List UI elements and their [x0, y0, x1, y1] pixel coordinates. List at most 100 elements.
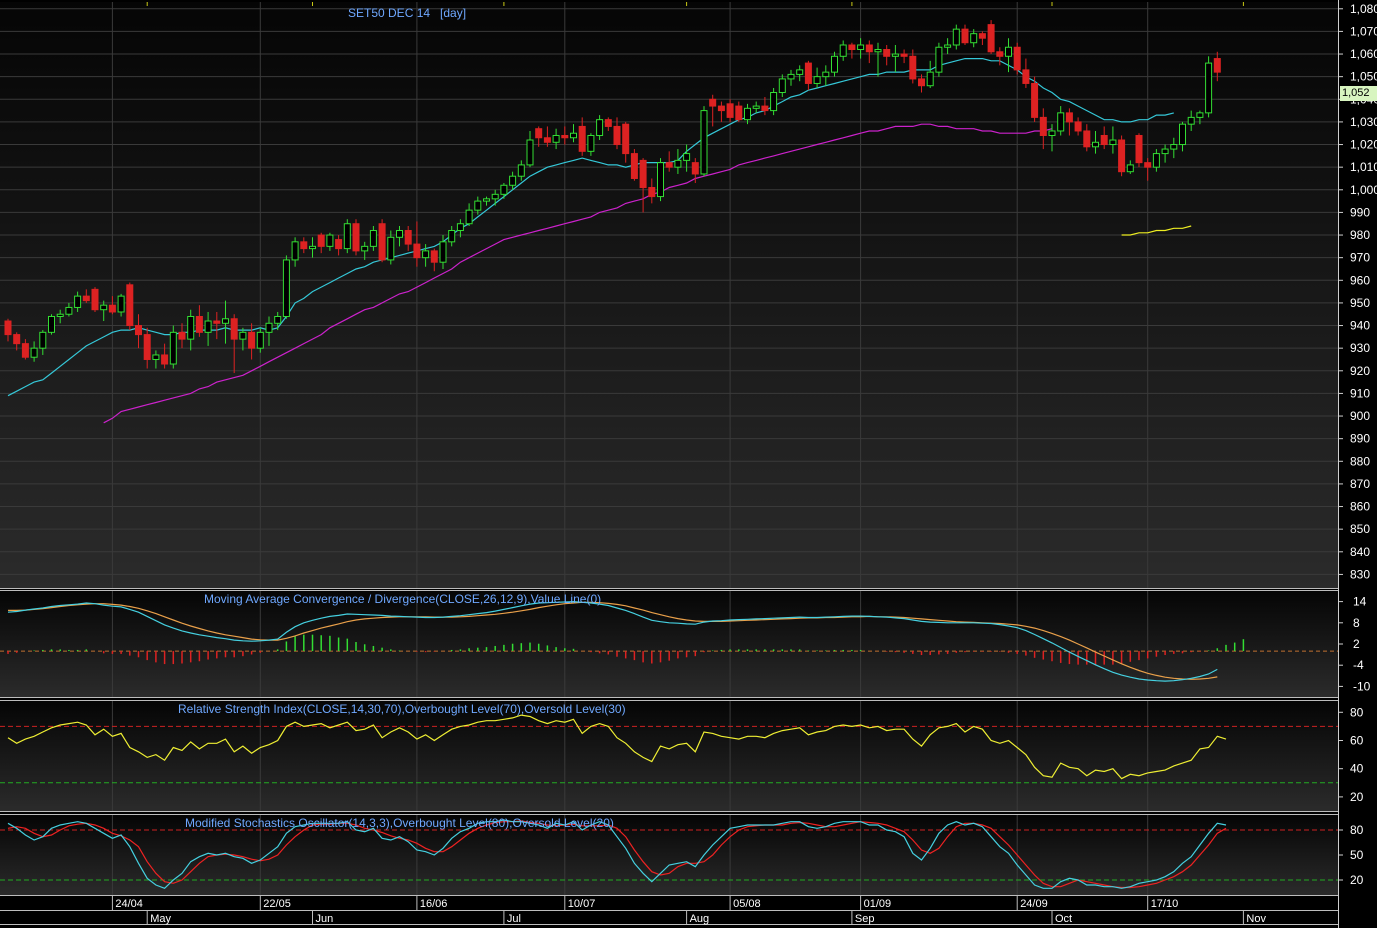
macd-y-tick-label: 8: [1353, 616, 1360, 630]
y-tick-label: 830: [1350, 567, 1370, 581]
candle-body: [404, 230, 412, 245]
y-tick-label: 1,050: [1350, 70, 1377, 84]
candle-body: [91, 288, 99, 311]
candle-body: [56, 313, 64, 317]
candle-body: [552, 134, 560, 143]
candle-body: [465, 209, 473, 225]
main-chart-title: SET50 DEC 14 [day]: [348, 6, 466, 20]
candle-body: [30, 347, 38, 358]
candle-body: [770, 92, 778, 112]
candle-body: [752, 105, 760, 109]
candle-body: [396, 230, 403, 238]
candle-body: [500, 184, 508, 195]
candle-body: [456, 223, 464, 232]
candle-body: [961, 28, 969, 44]
candle-body: [857, 44, 865, 51]
candle-body: [265, 322, 273, 333]
candle-body: [1135, 134, 1143, 164]
candle-body: [195, 315, 203, 333]
y-tick-label: 910: [1350, 386, 1370, 400]
rsi-panel-bg: [0, 701, 1338, 811]
macd-y-tick-label: -10: [1353, 679, 1371, 693]
candle-body: [187, 315, 195, 340]
candle-body: [613, 125, 621, 146]
stoch-y-tick-label: 50: [1350, 848, 1364, 862]
y-tick-label: 1,000: [1350, 183, 1377, 197]
main-panel-bg: [0, 2, 1338, 588]
candle-body: [1039, 116, 1047, 136]
candle-body: [778, 78, 786, 94]
candle-body: [935, 46, 943, 73]
stochastic-panel-title: Modified Stochastics Oscillator(14,3,3),…: [185, 816, 614, 830]
candle-body: [204, 320, 212, 333]
candle-body: [1205, 62, 1213, 114]
candle-body: [1144, 162, 1152, 168]
macd-panel-title: Moving Average Convergence / Divergence(…: [204, 592, 602, 606]
chart-canvas: 1,0801,0701,0601,0501,0401,0301,0201,010…: [0, 0, 1377, 928]
candle-body: [665, 162, 673, 168]
candle-body: [326, 234, 334, 247]
candle-body: [161, 354, 169, 365]
date-tick-label: 17/10: [1151, 898, 1179, 910]
candle-body: [1118, 139, 1126, 173]
month-tick-label: Nov: [1246, 913, 1266, 925]
candle-body: [604, 119, 612, 127]
candle-body: [657, 162, 664, 198]
date-tick-label: 24/04: [115, 898, 143, 910]
candle-body: [222, 318, 229, 324]
candle-body: [978, 33, 986, 39]
candle-body: [909, 55, 917, 80]
candle-body: [491, 193, 499, 200]
candle-body: [1152, 153, 1160, 168]
candle-body: [152, 354, 160, 360]
rsi-panel-title: Relative Strength Index(CLOSE,14,30,70),…: [178, 702, 626, 716]
candle-body: [387, 236, 395, 261]
y-tick-label: 970: [1350, 251, 1370, 265]
candle-body: [952, 28, 960, 46]
candle-body: [874, 49, 882, 53]
candle-body: [13, 334, 21, 345]
candle-body: [1057, 112, 1065, 132]
rsi-y-tick-label: 40: [1350, 762, 1364, 776]
candle-body: [448, 230, 456, 243]
candle-body: [674, 159, 682, 168]
date-tick-label: 10/07: [568, 898, 596, 910]
candle-body: [1074, 121, 1082, 132]
candle-body: [1213, 58, 1221, 73]
candle-body: [717, 105, 725, 112]
candle-body: [744, 107, 751, 121]
candle-body: [648, 187, 656, 198]
candle-body: [21, 343, 29, 358]
candle-body: [787, 73, 795, 80]
candle-body: [570, 132, 577, 139]
candle-body: [483, 198, 490, 202]
candle-body: [1048, 130, 1056, 136]
candle-body: [178, 331, 186, 340]
candle-body: [169, 331, 177, 365]
candle-body: [1031, 82, 1039, 118]
date-tick-label: 24/09: [1020, 898, 1048, 910]
candle-body: [413, 243, 421, 259]
candle-body: [1022, 69, 1030, 84]
candle-body: [683, 153, 691, 161]
month-tick-label: Jul: [507, 913, 521, 925]
candle-body: [526, 139, 534, 166]
y-tick-label: 1,070: [1350, 24, 1377, 38]
candle-body: [517, 164, 525, 177]
candle-body: [596, 119, 604, 136]
candle-body: [213, 320, 221, 324]
candle-body: [796, 69, 804, 75]
candle-body: [474, 200, 482, 211]
candle-body: [274, 315, 282, 324]
y-tick-label: 860: [1350, 500, 1370, 514]
candle-body: [831, 55, 838, 73]
candle-body: [309, 245, 316, 250]
candle-body: [735, 105, 743, 121]
candle-body: [865, 44, 873, 53]
y-tick-label: 1,010: [1350, 160, 1377, 174]
candle-body: [813, 76, 821, 84]
candle-body: [1170, 144, 1178, 150]
y-tick-label: 1,080: [1350, 2, 1377, 16]
candle-body: [343, 223, 351, 250]
candle-body: [143, 334, 151, 360]
